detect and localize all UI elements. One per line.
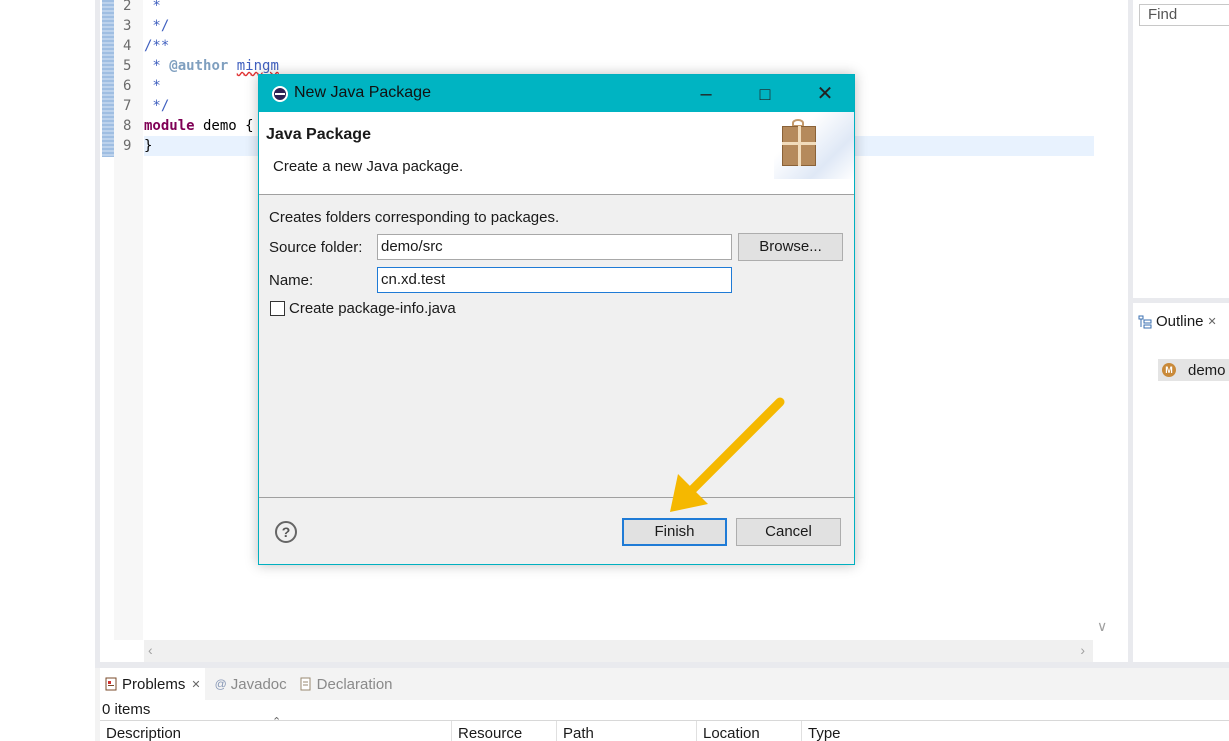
close-icon[interactable]: ✕ xyxy=(191,678,200,691)
code-line: } xyxy=(144,138,153,154)
package-icon xyxy=(782,126,816,166)
module-icon: M xyxy=(1162,363,1176,377)
scroll-down-icon[interactable]: ∨ xyxy=(1097,618,1107,635)
column-header-path[interactable]: Path xyxy=(557,721,697,741)
code-line: /** xyxy=(144,38,170,54)
column-label: Resource xyxy=(458,725,523,741)
comment-prefix: * xyxy=(144,58,170,74)
browse-button[interactable]: Browse... xyxy=(738,233,843,261)
minimize-button[interactable]: – xyxy=(691,81,721,107)
code-line: */ xyxy=(144,98,170,114)
cancel-button[interactable]: Cancel xyxy=(736,518,841,546)
code-text: demo { xyxy=(194,118,254,134)
line-number: 6 xyxy=(123,78,132,94)
horizontal-scrollbar[interactable]: ‹ › xyxy=(144,640,1093,662)
author-name: mingm xyxy=(236,58,279,74)
column-header-location[interactable]: Location xyxy=(697,721,802,741)
keyword: module xyxy=(144,118,195,134)
outline-item-module[interactable]: M demo xyxy=(1158,359,1229,381)
line-number-gutter: 2 3 4 5 6 7 8 9 xyxy=(114,0,143,640)
code-line: * xyxy=(144,78,161,94)
close-icon[interactable]: ✕ xyxy=(1208,315,1217,328)
items-count: 0 items xyxy=(102,701,151,718)
scroll-left-icon[interactable]: ‹ xyxy=(148,642,153,658)
close-button[interactable]: ✕ xyxy=(810,81,840,107)
line-number: 8 xyxy=(123,118,132,134)
scroll-right-icon[interactable]: › xyxy=(1080,642,1085,658)
tab-label: Problems xyxy=(122,675,186,693)
outline-item-label: demo xyxy=(1188,361,1226,379)
sort-ascending-icon: ⌃ xyxy=(272,716,282,728)
declaration-icon xyxy=(300,677,311,691)
line-number: 5 xyxy=(123,58,132,74)
package-info-checkbox[interactable] xyxy=(270,301,285,316)
source-folder-input[interactable]: demo/src xyxy=(377,234,732,260)
package-name-input[interactable]: cn.xd.test xyxy=(377,267,732,293)
source-folder-label: Source folder: xyxy=(269,239,363,256)
tab-javadoc[interactable]: @ Javadoc xyxy=(211,668,291,700)
wizard-description: Create a new Java package. xyxy=(273,158,464,175)
at-icon: @ xyxy=(214,677,227,691)
help-icon[interactable]: ? xyxy=(275,521,297,543)
find-input[interactable]: Find xyxy=(1139,4,1229,26)
problems-table-header: Description ⌃ Resource Path Location Typ… xyxy=(100,716,1229,741)
code-line: */ xyxy=(144,18,170,34)
name-label: Name: xyxy=(269,272,314,289)
line-number: 9 xyxy=(123,138,132,154)
outline-tab-label: Outline xyxy=(1156,313,1204,330)
outline-separator xyxy=(1133,298,1229,303)
dialog-titlebar[interactable]: New Java Package – □ ✕ xyxy=(259,75,854,112)
tab-outline[interactable]: Outline ✕ xyxy=(1138,313,1217,330)
column-label: Location xyxy=(703,725,760,741)
outline-icon xyxy=(1138,315,1152,328)
column-label: Description xyxy=(106,725,182,741)
right-pane-divider[interactable] xyxy=(1128,0,1133,666)
line-number: 7 xyxy=(123,98,132,114)
problems-icon xyxy=(105,677,117,691)
dialog-title: New Java Package xyxy=(294,84,431,101)
tab-label: Javadoc xyxy=(230,675,287,693)
bottom-tab-bar: Problems ✕ @ Javadoc Declaration xyxy=(100,668,397,700)
column-label: Path xyxy=(563,725,594,741)
tab-declaration[interactable]: Declaration xyxy=(295,668,397,700)
code-line: * @author mingm xyxy=(144,58,279,74)
package-info-checkbox-label[interactable]: Create package-info.java xyxy=(289,300,456,317)
column-header-type[interactable]: Type xyxy=(802,721,902,741)
javadoc-tag: @author xyxy=(169,58,229,74)
code-line: module demo { xyxy=(144,118,254,134)
wizard-banner xyxy=(774,112,854,179)
maximize-button[interactable]: □ xyxy=(750,81,780,107)
code-line: * xyxy=(144,0,161,14)
editor-change-ruler xyxy=(102,0,114,157)
wizard-title: Java Package xyxy=(266,126,371,143)
tab-problems[interactable]: Problems ✕ xyxy=(100,668,205,700)
column-label: Type xyxy=(808,725,841,741)
dialog-header: Java Package Create a new Java package. xyxy=(259,112,854,195)
eclipse-icon xyxy=(272,86,288,102)
line-number: 3 xyxy=(123,18,132,34)
annotation-arrow-icon xyxy=(670,397,785,512)
finish-button[interactable]: Finish xyxy=(622,518,727,546)
tab-label: Declaration xyxy=(316,675,393,693)
line-number: 2 xyxy=(123,0,132,14)
info-text: Creates folders corresponding to package… xyxy=(269,209,560,226)
column-header-description[interactable]: Description ⌃ xyxy=(100,716,452,741)
column-header-resource[interactable]: Resource xyxy=(452,721,557,741)
line-number: 4 xyxy=(123,38,132,54)
